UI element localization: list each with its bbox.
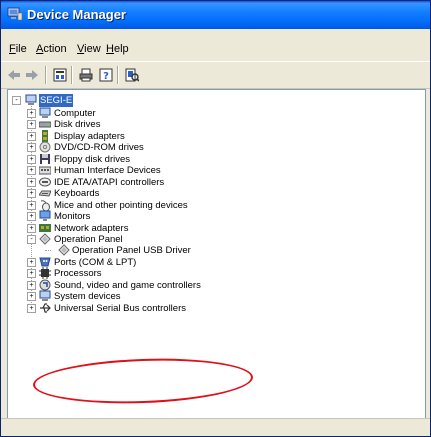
help-icon[interactable]: ?	[97, 66, 115, 84]
collapse-icon[interactable]: -	[27, 234, 36, 244]
expand-icon[interactable]: +	[27, 269, 36, 279]
scan-icon[interactable]	[123, 66, 141, 84]
system-device-icon	[39, 290, 51, 302]
computer-icon	[25, 94, 37, 105]
ide-controller-icon	[39, 177, 51, 187]
root-node-label: SEGI-E	[39, 94, 74, 107]
menu-view[interactable]: View	[75, 43, 103, 55]
highlight-oval	[32, 355, 254, 407]
toolbar: ?	[1, 61, 430, 89]
hid-icon	[39, 166, 51, 175]
expand-icon[interactable]: +	[27, 177, 36, 187]
expand-icon[interactable]: +	[27, 280, 36, 290]
cd-rom-icon	[39, 141, 51, 153]
expand-icon[interactable]: +	[27, 200, 36, 210]
print-icon[interactable]	[77, 66, 95, 84]
collapse-icon[interactable]: -	[12, 96, 21, 105]
device-manager-window: Device Manager File Action View Help ? -…	[0, 0, 431, 437]
menu-help[interactable]: Help	[104, 43, 131, 55]
computer-icon	[39, 107, 51, 118]
operation-panel-icon	[39, 233, 51, 245]
expand-icon[interactable]: +	[27, 223, 36, 233]
menu-bar: File Action View Help	[1, 39, 430, 57]
expand-icon[interactable]: +	[27, 131, 36, 141]
display-adapter-icon	[42, 129, 48, 142]
expand-icon[interactable]: +	[27, 292, 36, 302]
device-tree[interactable]: - SEGI-E + Computer + Disk drives + Display ada…	[7, 89, 426, 419]
usb-driver-icon	[58, 244, 70, 257]
network-adapter-icon	[39, 223, 51, 232]
monitor-icon	[39, 210, 51, 222]
expand-icon[interactable]: +	[27, 120, 36, 130]
expand-icon[interactable]: +	[27, 154, 36, 164]
usb-controller-icon	[40, 303, 51, 313]
expand-icon[interactable]: +	[27, 212, 36, 222]
expand-icon[interactable]: +	[27, 303, 36, 313]
svg-text:?: ?	[103, 71, 109, 82]
expand-icon[interactable]: +	[27, 109, 36, 118]
status-bar	[1, 418, 430, 436]
floppy-icon	[40, 153, 50, 164]
port-icon	[39, 257, 51, 267]
expand-icon[interactable]: +	[27, 189, 36, 199]
menu-action[interactable]: Action	[34, 43, 69, 55]
title-bar[interactable]: Device Manager	[1, 1, 430, 29]
expand-icon[interactable]: +	[27, 166, 36, 176]
window-title: Device Manager	[27, 7, 126, 22]
device-manager-icon	[7, 7, 23, 21]
sound-icon	[39, 279, 51, 291]
disk-drive-icon	[39, 121, 51, 128]
expand-icon[interactable]: +	[27, 143, 36, 153]
keyboard-icon	[39, 190, 51, 197]
forward-arrow-icon[interactable]	[23, 66, 41, 84]
properties-icon[interactable]	[51, 66, 69, 84]
menu-file[interactable]: File	[7, 43, 29, 55]
expand-icon[interactable]: +	[27, 257, 36, 267]
mouse-icon	[40, 199, 50, 211]
back-arrow-icon[interactable]	[5, 66, 23, 84]
tree-item-label: Universal Serial Bus controllers	[54, 302, 186, 314]
processor-icon	[39, 267, 51, 280]
